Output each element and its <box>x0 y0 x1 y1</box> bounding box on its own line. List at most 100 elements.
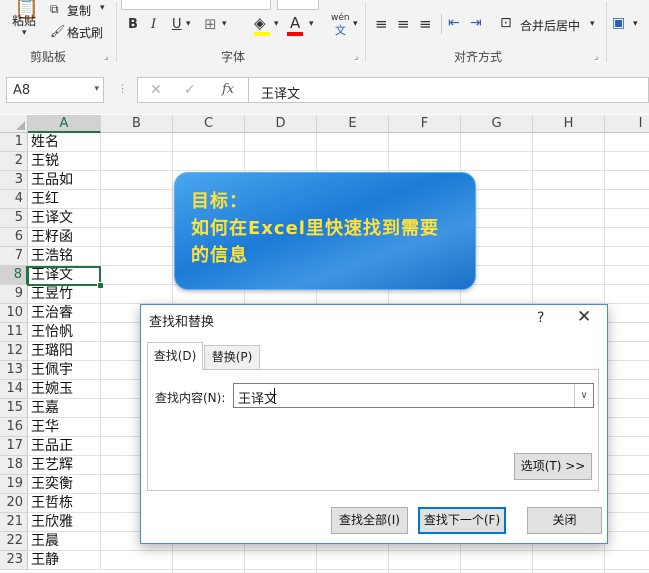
phonetic-guide-icon[interactable]: 文 <box>335 22 346 38</box>
name-cell[interactable]: 王治睿 <box>28 304 101 323</box>
fill-dropdown-icon[interactable]: ▾ <box>274 19 279 29</box>
row-header[interactable]: 22 <box>0 532 28 551</box>
options-button[interactable]: 选项(T) >> <box>514 453 592 480</box>
name-cell[interactable]: 王红 <box>28 190 101 209</box>
font-size-box[interactable] <box>277 0 319 10</box>
name-cell[interactable]: 王昱竹 <box>28 285 101 304</box>
find-history-dropdown-icon[interactable]: ∨ <box>574 384 593 407</box>
paste-button[interactable]: 粘贴 <box>12 12 36 29</box>
column-header-e[interactable]: E <box>317 115 389 133</box>
name-box[interactable]: A8 ▾ <box>6 77 104 103</box>
column-header-b[interactable]: B <box>101 115 173 133</box>
align-left-icon[interactable]: ≡ <box>375 15 388 33</box>
row-header[interactable]: 17 <box>0 437 28 456</box>
close-icon[interactable]: ✕ <box>577 307 591 327</box>
decrease-indent-icon[interactable]: ⇤ <box>448 15 460 31</box>
name-cell[interactable]: 王嘉 <box>28 399 101 418</box>
name-cell[interactable]: 王璐阳 <box>28 342 101 361</box>
align-center-icon[interactable]: ≡ <box>397 15 410 33</box>
row-header[interactable]: 6 <box>0 228 28 247</box>
font-dialog-launcher-icon[interactable]: ⌟ <box>354 52 358 62</box>
phonetic-dropdown-icon[interactable]: ▾ <box>353 19 358 29</box>
number-format-dropdown-icon[interactable]: ▾ <box>633 19 638 29</box>
row-header[interactable]: 5 <box>0 209 28 228</box>
name-cell[interactable]: 王静 <box>28 551 101 570</box>
column-header-i[interactable]: I <box>605 115 649 133</box>
merge-center-button[interactable]: 合并后居中 <box>520 17 580 34</box>
name-box-dropdown-icon[interactable]: ▾ <box>94 84 99 94</box>
column-header-h[interactable]: H <box>533 115 605 133</box>
fill-color-icon[interactable]: ◈ <box>254 14 266 32</box>
column-header-c[interactable]: C <box>173 115 245 133</box>
cancel-icon[interactable]: ✕ <box>150 82 162 98</box>
help-icon[interactable]: ? <box>537 310 544 326</box>
header-cell[interactable]: 姓名 <box>28 133 101 152</box>
row-header[interactable]: 8 <box>0 266 28 285</box>
row-header[interactable]: 10 <box>0 304 28 323</box>
name-cell[interactable]: 王晨 <box>28 532 101 551</box>
name-cell[interactable]: 王佩宇 <box>28 361 101 380</box>
copy-dropdown-icon[interactable]: ▾ <box>100 3 105 13</box>
clipboard-dialog-launcher-icon[interactable]: ⌟ <box>104 52 108 62</box>
bold-button[interactable]: B <box>128 17 138 32</box>
name-cell[interactable]: 王欣雅 <box>28 513 101 532</box>
row-header[interactable]: 3 <box>0 171 28 190</box>
row-header[interactable]: 14 <box>0 380 28 399</box>
row-header[interactable]: 13 <box>0 361 28 380</box>
insert-function-icon[interactable]: fx <box>222 82 234 97</box>
row-header[interactable]: 20 <box>0 494 28 513</box>
paste-dropdown-icon[interactable]: ▾ <box>22 28 27 38</box>
column-header-g[interactable]: G <box>461 115 533 133</box>
enter-icon[interactable]: ✓ <box>184 82 196 98</box>
column-header-a[interactable]: A <box>28 115 101 133</box>
row-header[interactable]: 12 <box>0 342 28 361</box>
find-next-button[interactable]: 查找下一个(F) <box>418 507 506 534</box>
select-all-corner[interactable] <box>0 115 28 133</box>
find-what-input[interactable]: 王译文 ∨ <box>233 383 594 408</box>
increase-indent-icon[interactable]: ⇥ <box>470 15 482 31</box>
name-cell[interactable]: 王华 <box>28 418 101 437</box>
row-header[interactable]: 9 <box>0 285 28 304</box>
merge-dropdown-icon[interactable]: ▾ <box>590 19 595 29</box>
fill-handle[interactable] <box>97 282 104 289</box>
row-header[interactable]: 21 <box>0 513 28 532</box>
row-header[interactable]: 1 <box>0 133 28 152</box>
find-all-button[interactable]: 查找全部(I) <box>331 507 408 534</box>
underline-button[interactable]: U <box>172 17 182 32</box>
row-header[interactable]: 19 <box>0 475 28 494</box>
row-header[interactable]: 11 <box>0 323 28 342</box>
row-header[interactable]: 7 <box>0 247 28 266</box>
align-right-icon[interactable]: ≡ <box>419 15 432 33</box>
row-header[interactable]: 4 <box>0 190 28 209</box>
row-header[interactable]: 23 <box>0 551 28 570</box>
formula-input[interactable]: 王译文 <box>249 77 649 103</box>
row-header[interactable]: 15 <box>0 399 28 418</box>
close-button[interactable]: 关闭 <box>527 507 602 534</box>
tab-replace[interactable]: 替换(P) <box>204 345 260 369</box>
copy-button[interactable]: 复制 <box>67 2 91 19</box>
number-format-icon[interactable]: ▣ <box>612 15 625 31</box>
font-name-box[interactable] <box>121 0 271 10</box>
italic-button[interactable]: I <box>151 17 156 32</box>
column-header-d[interactable]: D <box>245 115 317 133</box>
column-header-f[interactable]: F <box>389 115 461 133</box>
row-header[interactable]: 2 <box>0 152 28 171</box>
format-painter-button[interactable]: 格式刷 <box>67 24 103 41</box>
name-cell[interactable]: 王婉玉 <box>28 380 101 399</box>
name-cell[interactable]: 王品如 <box>28 171 101 190</box>
font-color-dropdown-icon[interactable]: ▾ <box>309 19 314 29</box>
border-dropdown-icon[interactable]: ▾ <box>222 19 227 29</box>
tab-find[interactable]: 查找(D) <box>147 342 203 370</box>
font-color-icon[interactable]: A <box>290 14 300 32</box>
name-cell[interactable]: 王艺辉 <box>28 456 101 475</box>
name-cell[interactable]: 王哲栋 <box>28 494 101 513</box>
underline-dropdown-icon[interactable]: ▾ <box>186 19 191 29</box>
name-cell[interactable]: 王品正 <box>28 437 101 456</box>
name-cell[interactable]: 王奕衡 <box>28 475 101 494</box>
row-header[interactable]: 16 <box>0 418 28 437</box>
row-header[interactable]: 18 <box>0 456 28 475</box>
border-icon[interactable]: ⊞ <box>204 15 217 33</box>
name-cell[interactable]: 王怡帆 <box>28 323 101 342</box>
name-cell[interactable]: 王籽函 <box>28 228 101 247</box>
name-cell[interactable]: 王译文 <box>28 209 101 228</box>
